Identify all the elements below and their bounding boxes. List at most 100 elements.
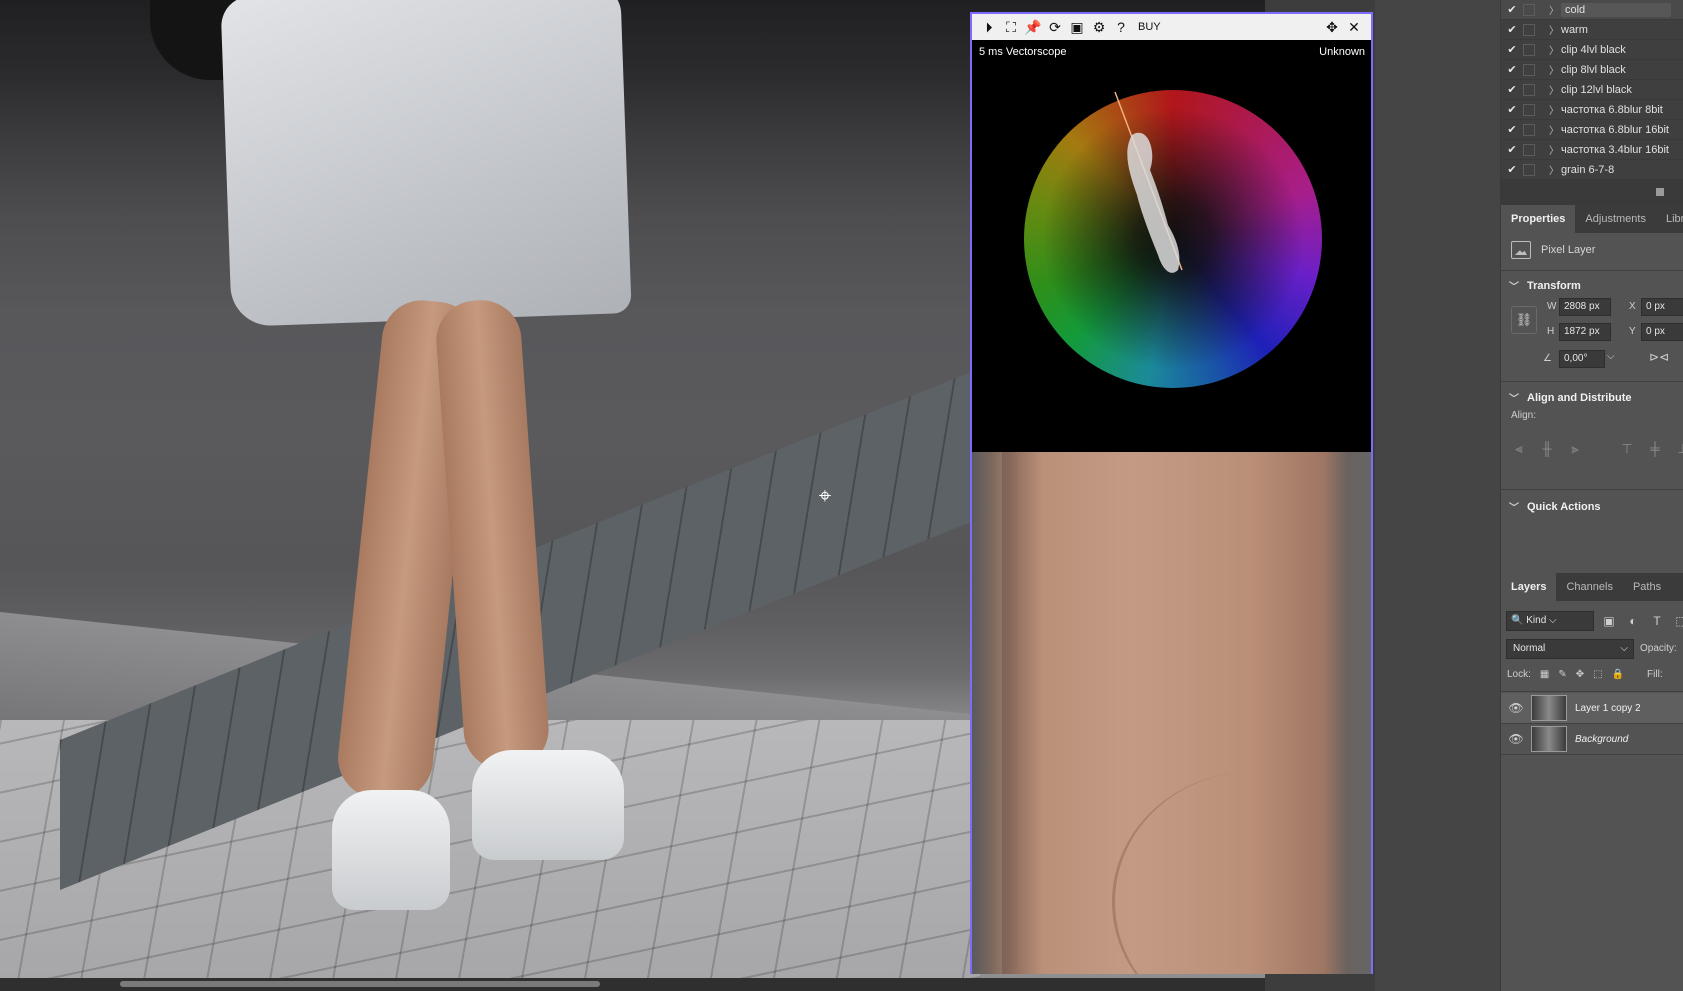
lock-brush-icon[interactable]: ✎ [1558,669,1566,680]
image-icon[interactable]: ▣ [1066,16,1088,38]
chevron-right-icon[interactable]: 〉 [1549,162,1561,177]
list-item[interactable]: ✔ 〉 warm [1501,20,1683,40]
layer-thumbnail [1531,695,1567,721]
check-icon[interactable]: ✔ [1501,103,1523,116]
align-bottom-icon[interactable]: ⊥ [1675,441,1683,457]
angle-field[interactable]: 0,00° [1559,350,1605,368]
toggle-box[interactable] [1523,103,1535,116]
lock-artboard-icon[interactable]: ⬚ [1593,669,1602,680]
move-icon[interactable]: ✥ [1321,16,1343,38]
toggle-box[interactable] [1523,163,1535,176]
layer-thumbnail [1531,726,1567,752]
h-label: H [1547,326,1555,337]
tab-paths[interactable]: Paths [1623,573,1671,601]
check-icon[interactable]: ✔ [1501,123,1523,136]
quick-actions-header[interactable]: ﹀ Quick Actions [1509,499,1601,515]
toggle-box[interactable] [1523,43,1535,56]
divider [1501,381,1683,382]
chevron-right-icon[interactable]: 〉 [1549,82,1561,97]
check-icon[interactable]: ✔ [1501,63,1523,76]
styles-list-footer [1501,180,1683,206]
close-icon[interactable]: ✕ [1343,16,1365,38]
stop-icon[interactable] [1656,188,1664,196]
list-item[interactable]: ✔ 〉 частотка 6.8blur 8bit [1501,100,1683,120]
buy-button[interactable]: BUY [1138,21,1161,33]
lock-transparency-icon[interactable]: ▦ [1540,669,1549,680]
horizontal-scrollbar[interactable] [0,978,1265,991]
check-icon[interactable]: ✔ [1501,23,1523,36]
chevron-right-icon[interactable]: 〉 [1549,102,1561,117]
list-item[interactable]: ✔ 〉 clip 12lvl black [1501,80,1683,100]
list-item[interactable]: ✔ 〉 частотка 3.4blur 16bit [1501,140,1683,160]
chevron-right-icon[interactable]: 〉 [1549,2,1561,17]
toggle-box[interactable] [1523,123,1535,136]
tab-libraries[interactable]: Librari [1656,205,1683,233]
layer-row[interactable]: 👁 Layer 1 copy 2 [1501,693,1683,724]
flip-horizontal-icon[interactable]: ⊳⊲ [1649,350,1669,364]
vectorscope-window[interactable]: ⏵ ⛶ 📌 ⟳ ▣ ⚙ ? BUY ✥ ✕ 5 ms Vectorscope U… [970,12,1373,974]
divider [1501,489,1683,490]
tab-channels[interactable]: Channels [1556,573,1622,601]
photo-shoe-right [472,750,624,860]
check-icon[interactable]: ✔ [1501,83,1523,96]
toggle-box[interactable] [1523,143,1535,156]
chevron-right-icon[interactable]: 〉 [1549,122,1561,137]
width-field[interactable]: 2808 px [1559,298,1611,316]
tab-properties[interactable]: Properties [1501,205,1576,233]
y-field[interactable]: 0 px [1641,323,1683,341]
chevron-right-icon[interactable]: 〉 [1549,42,1561,57]
list-item[interactable]: ✔ 〉 grain 6-7-8 [1501,160,1683,180]
help-icon[interactable]: ? [1110,16,1132,38]
transform-header[interactable]: ﹀ Transform [1509,278,1581,294]
play-circle-icon[interactable]: ⏵ [978,16,1000,38]
x-field[interactable]: 0 px [1641,298,1683,316]
align-header[interactable]: ﹀ Align and Distribute [1509,390,1632,406]
blend-mode-select[interactable]: Normal ⌵ [1506,639,1634,659]
check-icon[interactable]: ✔ [1501,3,1523,16]
gear-icon[interactable]: ⚙ [1088,16,1110,38]
list-item[interactable]: ✔ 〉 cold [1501,0,1683,20]
pin-icon[interactable]: 📌 [1022,16,1044,38]
eye-icon[interactable]: 👁 [1501,732,1531,746]
check-icon[interactable]: ✔ [1501,163,1523,176]
chevron-right-icon[interactable]: 〉 [1549,22,1561,37]
toggle-box[interactable] [1523,3,1535,16]
align-center-icon[interactable]: ╫ [1539,441,1555,457]
filter-pixel-icon[interactable]: ▣ [1601,613,1617,629]
align-left-icon[interactable]: ⫷ [1511,441,1527,457]
check-icon[interactable]: ✔ [1501,43,1523,56]
chevron-right-icon[interactable]: 〉 [1549,142,1561,157]
check-icon[interactable]: ✔ [1501,143,1523,156]
tab-layers[interactable]: Layers [1501,573,1557,601]
filter-adjustment-icon[interactable]: ◐ [1625,613,1641,629]
tab-adjustments[interactable]: Adjustments [1575,205,1656,233]
lock-position-icon[interactable]: ✥ [1576,669,1584,680]
kind-filter-select[interactable]: 🔍 Kind ⌵ [1506,611,1594,631]
align-right-icon[interactable]: ⫸ [1567,441,1583,457]
quick-actions-title: Quick Actions [1527,500,1601,513]
angle-dropdown-icon[interactable]: ⌵ [1607,351,1615,362]
align-top-icon[interactable]: ⊤ [1619,441,1635,457]
scrollbar-thumb[interactable] [120,981,600,987]
align-middle-icon[interactable]: ╪ [1647,441,1663,457]
toggle-box[interactable] [1523,63,1535,76]
transform-title: Transform [1527,279,1581,292]
kind-filter-label: Kind [1526,615,1547,626]
toggle-box[interactable] [1523,83,1535,96]
crop-icon[interactable]: ⛶ [1000,16,1022,38]
filter-type-icon[interactable]: T [1649,613,1665,629]
filter-shape-icon[interactable]: ⬚ [1673,613,1683,629]
height-field[interactable]: 1872 px [1559,323,1611,341]
list-item[interactable]: ✔ 〉 clip 8lvl black [1501,60,1683,80]
list-item[interactable]: ✔ 〉 clip 4lvl black [1501,40,1683,60]
lock-all-icon[interactable]: 🔒 [1612,669,1624,680]
preview-shade [1002,452,1042,974]
toggle-box[interactable] [1523,23,1535,36]
link-icon[interactable]: ⛓ [1511,306,1537,334]
list-item-label: clip 12lvl black [1561,83,1632,96]
chevron-right-icon[interactable]: 〉 [1549,62,1561,77]
layer-row[interactable]: 👁 Background [1501,724,1683,755]
list-item[interactable]: ✔ 〉 частотка 6.8blur 16bit [1501,120,1683,140]
refresh-icon[interactable]: ⟳ [1044,16,1066,38]
eye-icon[interactable]: 👁 [1501,701,1531,715]
